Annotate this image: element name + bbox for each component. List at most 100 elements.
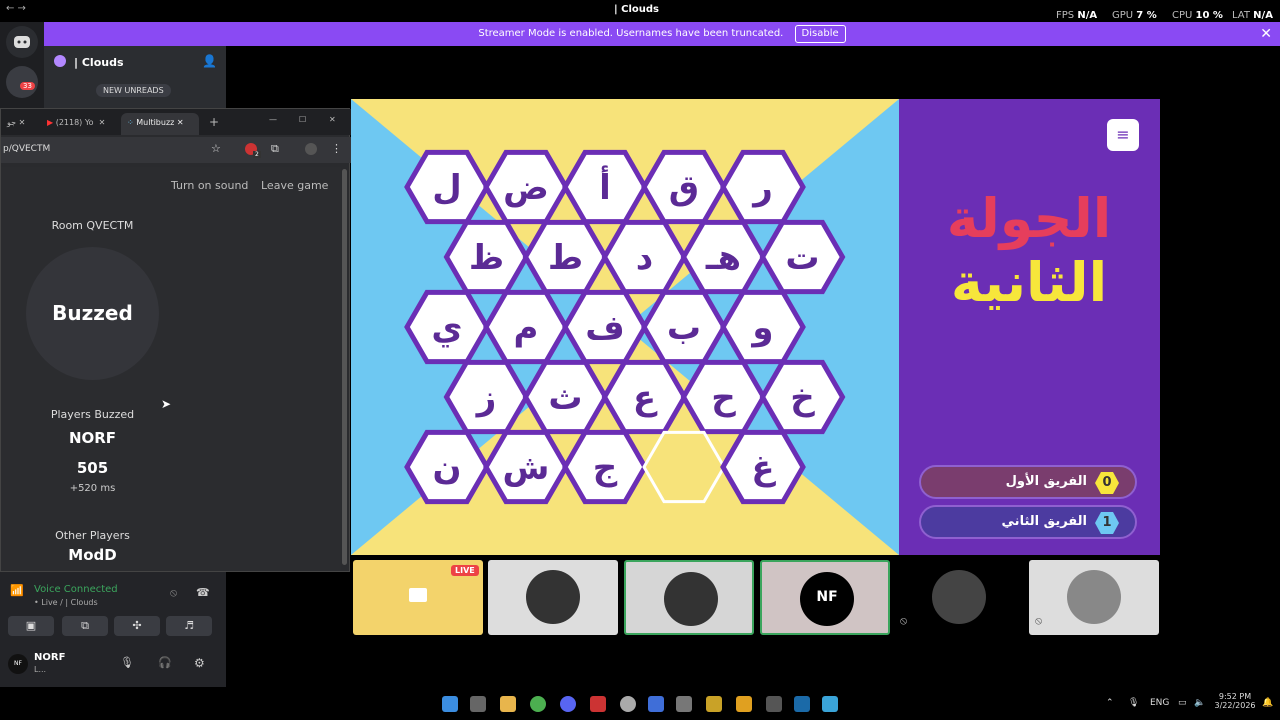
network-icon[interactable]: ▭ (1178, 698, 1187, 708)
hex-letter: ز (475, 378, 497, 418)
disconnect-icon[interactable]: ☎ (196, 586, 210, 599)
discord-home-icon[interactable] (6, 26, 38, 58)
team1-score: 0 (1095, 472, 1119, 494)
language-indicator[interactable]: ENG (1150, 698, 1169, 708)
app-icon[interactable] (470, 696, 486, 712)
room-title: Room QVECTM (51, 219, 134, 232)
unread-badge: 33 (20, 82, 35, 90)
hex-letter: ظ (469, 238, 504, 278)
maximize-icon[interactable]: ☐ (299, 115, 306, 124)
close-icon[interactable]: ✕ (1260, 22, 1272, 46)
username[interactable]: NORF (34, 652, 65, 663)
page-scrollbar[interactable] (342, 169, 347, 565)
puzzle-icon[interactable]: ⧉ (271, 142, 279, 156)
notifications-icon[interactable]: 🔔 (1262, 698, 1273, 708)
disable-button[interactable]: Disable (794, 25, 846, 43)
settings-gear-icon[interactable] (620, 696, 636, 712)
discord-icon[interactable] (560, 696, 576, 712)
chrome-icon[interactable] (530, 696, 546, 712)
app-icon[interactable] (766, 696, 782, 712)
camera-off-icon: ⦸ (900, 614, 908, 627)
app-icon[interactable] (648, 696, 664, 712)
user5-avatar (1067, 570, 1121, 624)
leave-game-button[interactable]: Leave game (261, 179, 328, 192)
video-tile-user1[interactable] (488, 560, 618, 635)
noise-suppression-icon[interactable]: ⦸ (170, 586, 177, 600)
activities-icon[interactable]: ✣ (114, 616, 160, 636)
soundboard-icon[interactable]: ♬ (166, 616, 212, 636)
server-avatar (54, 55, 66, 67)
hex-letter: ن (432, 448, 461, 488)
screen-share-icon[interactable]: ⧉ (62, 616, 108, 636)
video-tile-norf[interactable]: NF (760, 560, 890, 635)
file-explorer-icon[interactable] (500, 696, 516, 712)
close-window-icon[interactable]: ✕ (329, 115, 336, 124)
app-icon[interactable] (736, 696, 752, 712)
app-icon[interactable] (822, 696, 838, 712)
voice-connected-label: Voice Connected (34, 584, 118, 595)
hex-letter: ث (548, 378, 582, 418)
tray-chevron-icon[interactable]: ⌃ (1106, 698, 1114, 708)
url-text[interactable]: p/QVECTM (3, 144, 50, 154)
menu-icon[interactable]: ≡ (1107, 119, 1139, 151)
clock-date: 3/22/2026 (1214, 701, 1256, 710)
hex-letter: أ (599, 165, 611, 208)
camera-off-icon[interactable]: ▣ (8, 616, 54, 636)
video-tile-user2[interactable] (624, 560, 754, 635)
tab-1[interactable]: جو ✕ (1, 113, 31, 135)
team2-name: الفريق الثاني (1001, 514, 1087, 529)
banner-text: Streamer Mode is enabled. Usernames have… (478, 28, 784, 39)
team2-score-bar: الفريق الثاني 1 (919, 505, 1137, 539)
players-buzzed-label: Players Buzzed (50, 408, 135, 421)
stream-tile-game[interactable]: LIVE (353, 560, 483, 635)
new-tab-icon[interactable]: + (209, 115, 219, 129)
user-status: L... (34, 665, 47, 674)
headphones-icon[interactable]: 🎧 (158, 656, 172, 669)
tab-multibuzz[interactable]: ⁘ Multibuzz ✕ (121, 113, 199, 135)
windows-start-icon[interactable] (442, 696, 458, 712)
video-tile-user5[interactable]: ⦸ (1029, 560, 1159, 635)
add-user-icon[interactable]: 👤 (202, 54, 217, 68)
signal-icon: 📶 (10, 584, 24, 597)
minimize-icon[interactable]: — (269, 115, 277, 124)
round-title-line1: الجولة (946, 187, 1112, 250)
hex-letter: م (514, 308, 539, 348)
voice-channel[interactable]: • Live / | Clouds (34, 598, 98, 607)
hex-letter: هـ (705, 238, 741, 278)
new-unreads-button[interactable]: NEW UNREADS (96, 84, 171, 97)
app-icon[interactable] (590, 696, 606, 712)
tab-strip: جو ✕ ▶ (2118) Yo ✕ ⁘ Multibuzz ✕ + — ☐ ✕ (1, 109, 351, 135)
user1-avatar (526, 570, 580, 624)
steam-icon[interactable] (794, 696, 810, 712)
hex-letter: ي (431, 308, 462, 348)
turn-on-sound-button[interactable]: Turn on sound (171, 179, 248, 192)
round-title: الجولة الثانية (909, 187, 1149, 315)
settings-gear-icon[interactable]: ⚙ (194, 656, 205, 670)
system-clock[interactable]: 9:52 PM 3/22/2026 (1212, 692, 1258, 710)
app-icon[interactable] (706, 696, 722, 712)
team1-name: الفريق الأول (1005, 474, 1087, 489)
browser-window: جو ✕ ▶ (2118) Yo ✕ ⁘ Multibuzz ✕ + — ☐ ✕… (0, 108, 351, 572)
server-name[interactable]: | Clouds (74, 56, 124, 69)
other-players-label: Other Players (55, 529, 130, 542)
microphone-icon[interactable]: 🎙 (1128, 698, 1139, 708)
buzzed-player-score: 505 (76, 459, 109, 477)
volume-icon[interactable]: 🔈 (1194, 698, 1205, 708)
window-title: | Clouds (614, 4, 659, 15)
round-title-line2: الثانية (950, 251, 1108, 314)
kebab-menu-icon[interactable]: ⋮ (331, 142, 342, 155)
camera-off-icon: ⦸ (1035, 614, 1043, 627)
nav-arrows[interactable]: ← → (6, 3, 26, 14)
tab-youtube[interactable]: ▶ (2118) Yo ✕ (41, 113, 111, 135)
app-icon[interactable] (676, 696, 692, 712)
user-avatar[interactable]: NF (8, 654, 28, 674)
buzz-button[interactable]: Buzzed (26, 247, 159, 380)
round-panel: ≡ الجولة الثانية الفريق الأول 0 الفريق ا… (899, 99, 1160, 555)
address-bar[interactable]: p/QVECTM ☆ 2 ⧉ ⋮ (1, 137, 351, 163)
bookmark-star-icon[interactable]: ☆ (211, 142, 221, 155)
profile-icon[interactable] (305, 143, 317, 155)
team2-score: 1 (1095, 512, 1119, 534)
hex-letter: خ (790, 378, 815, 418)
microphone-icon[interactable]: 🎙 (120, 656, 134, 669)
video-tile-user4[interactable]: ⦸ (894, 560, 1024, 635)
